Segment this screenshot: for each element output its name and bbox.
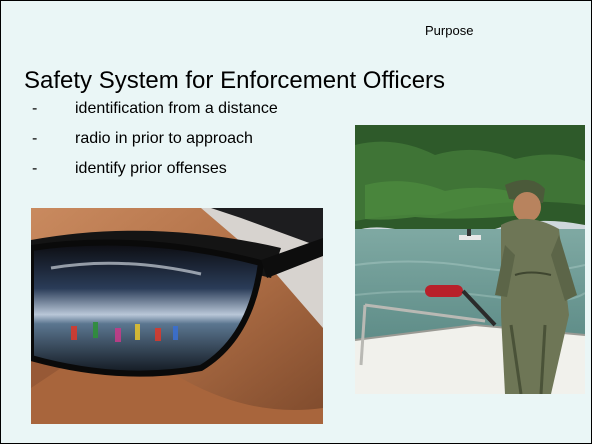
bullet-text: identification from a distance	[75, 100, 278, 117]
bullet-text: radio in prior to approach	[75, 130, 253, 147]
officer-on-boat-photo	[355, 125, 585, 394]
slide-title: Safety System for Enforcement Officers	[24, 67, 446, 94]
section-label: Purpose	[425, 23, 474, 38]
sunglasses-photo-art	[31, 208, 323, 424]
bullet-marker: -	[32, 100, 38, 117]
bullet-text: identify prior offenses	[75, 160, 227, 177]
sunglasses-reflection-photo	[31, 208, 323, 424]
bullet-marker: -	[32, 130, 38, 147]
bullet-marker: -	[32, 160, 38, 177]
boat-photo-art	[355, 125, 585, 394]
slide: Purpose Safety System for Enforcement Of…	[0, 0, 592, 444]
